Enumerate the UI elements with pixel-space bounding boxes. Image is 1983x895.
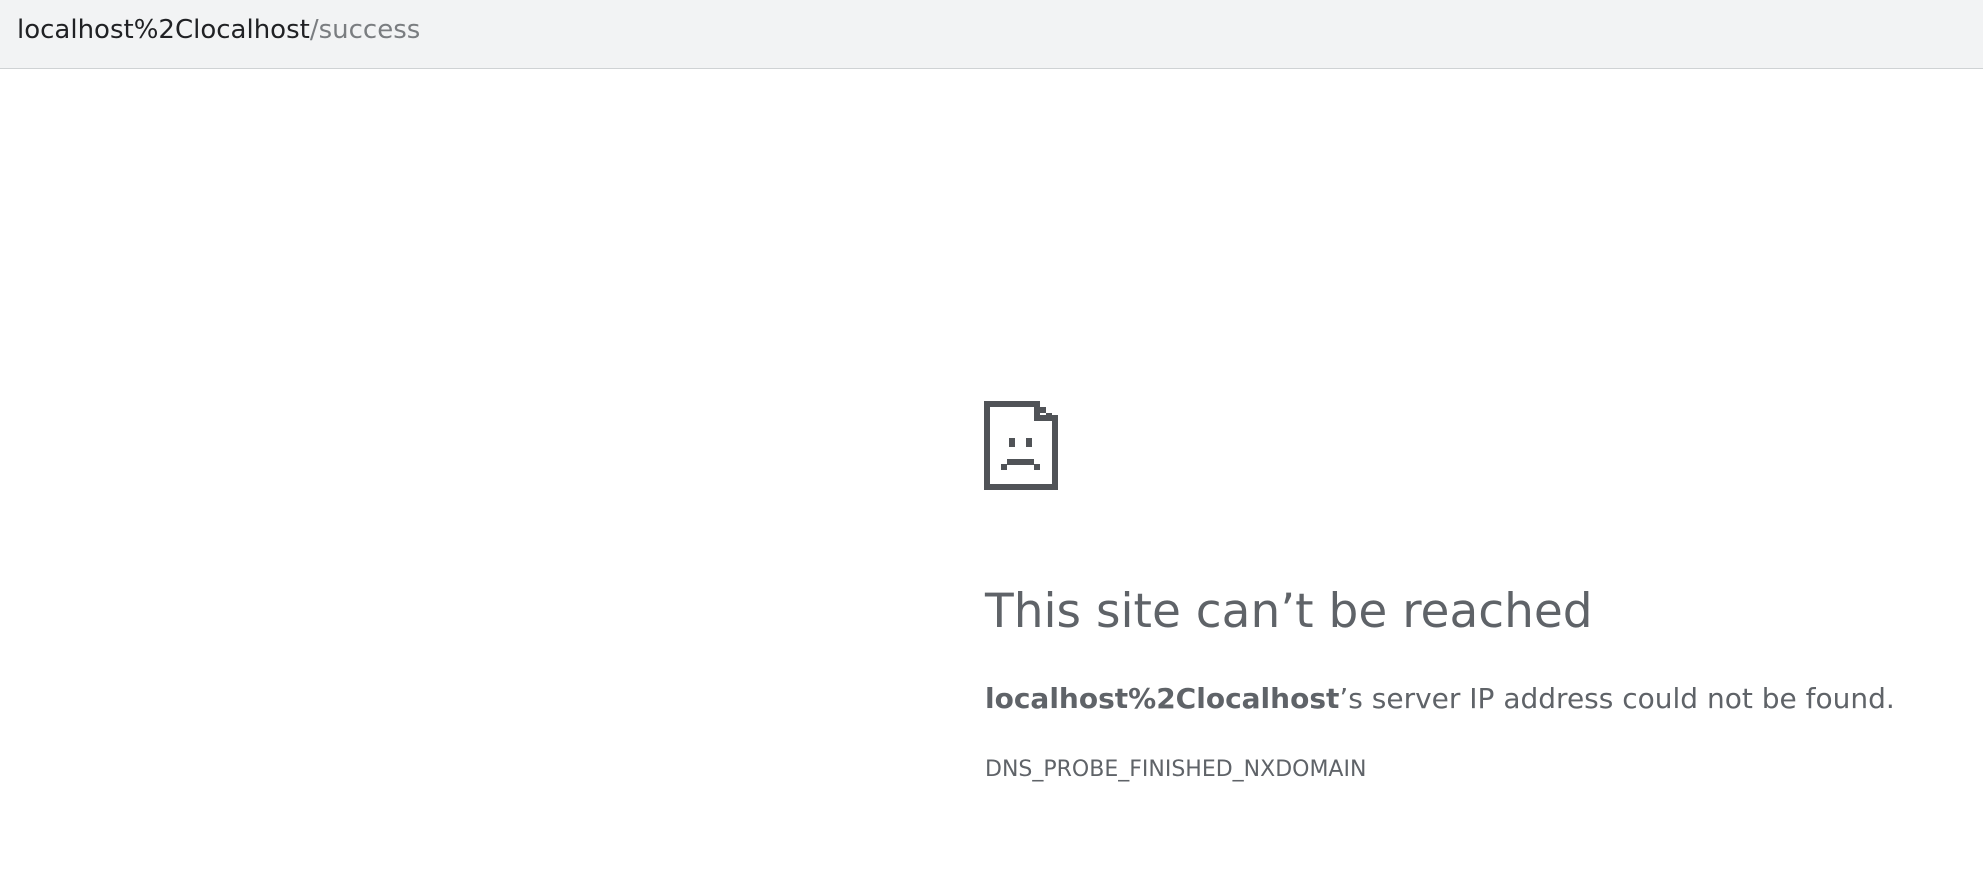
error-code: DNS_PROBE_FINISHED_NXDOMAIN [985,757,1367,782]
url-display[interactable]: localhost%2Clocalhost/success [17,14,420,46]
url-path: /success [309,15,421,45]
error-message: ’s server IP address could not be found. [1339,682,1895,715]
error-heading: This site can’t be reached [985,584,1593,639]
error-summary: localhost%2Clocalhost’s server IP addres… [985,679,1895,719]
address-bar[interactable]: localhost%2Clocalhost/success [0,0,1983,69]
error-host: localhost%2Clocalhost [985,682,1340,715]
url-host: localhost%2Clocalhost [17,15,310,45]
sad-page-icon [984,401,1058,490]
error-page: This site can’t be reached localhost%2Cl… [0,70,1983,895]
